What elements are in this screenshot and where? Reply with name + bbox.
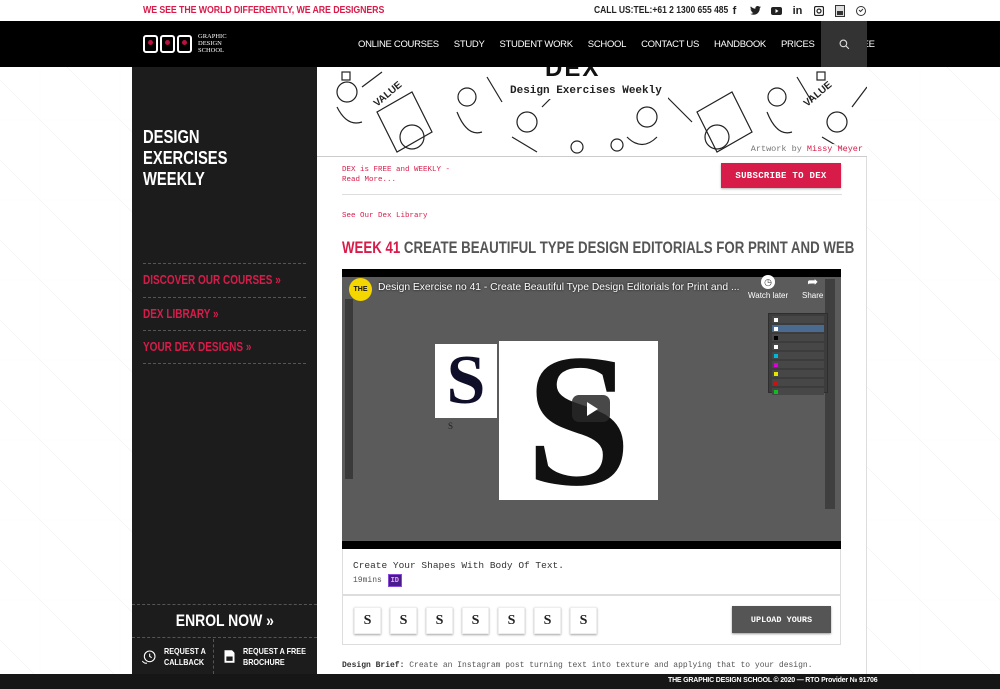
upload-yours-button[interactable]: UPLOAD YOURS — [732, 606, 831, 633]
twitter-icon[interactable] — [745, 2, 766, 19]
main-navbar: GRAPHIC DESIGN SCHOOL ONLINE COURSES STU… — [0, 21, 1000, 67]
logo-text: GRAPHIC DESIGN SCHOOL — [198, 33, 227, 54]
upload-thumbnail[interactable]: S — [462, 607, 489, 634]
svg-text:VALUE: VALUE — [372, 79, 405, 109]
enrol-now-button[interactable]: ENROL NOW » — [132, 604, 317, 638]
request-callback-button[interactable]: REQUEST A CALLBACK — [132, 639, 213, 674]
chat-icon[interactable] — [850, 2, 871, 19]
dex-logo: DEX — [545, 67, 601, 82]
nav-item-prices[interactable]: PRICES — [781, 39, 815, 50]
artwork-thumbnail: S — [435, 344, 497, 418]
linkedin-icon[interactable]: in — [787, 2, 808, 19]
top-bar: WE SEE THE WORLD DIFFERENTLY, WE ARE DES… — [0, 0, 1000, 21]
nav-item-student-work[interactable]: STUDENT WORK — [500, 39, 574, 50]
design-brief: Design Brief: Create an Instagram post t… — [342, 661, 813, 670]
phone-icon — [141, 649, 156, 664]
dex-banner: VALUE VALUE DEX Design Exercises Weekly … — [317, 67, 867, 157]
video-player[interactable]: THE Design Exercise no 41 - Create Beaut… — [342, 269, 841, 549]
banner-subtitle: Design Exercises Weekly — [504, 83, 668, 99]
nav-item-online-courses[interactable]: ONLINE COURSES — [358, 39, 439, 50]
upload-thumbnail[interactable]: S — [570, 607, 597, 634]
indesign-icon: ID — [387, 574, 402, 587]
upload-thumbnails: S S S S S S S — [354, 607, 597, 634]
nav-item-study[interactable]: STUDY — [454, 39, 485, 50]
chevrons-icon: » — [213, 306, 219, 321]
logo-mark — [143, 34, 192, 53]
week-label: WEEK 41 — [342, 238, 401, 257]
upload-thumbnail[interactable]: S — [354, 607, 381, 634]
video-info: Create Your Shapes With Body Of Text. 19… — [342, 549, 841, 595]
layers-panel — [768, 313, 828, 395]
sidebar-title: DESIGN EXERCISES WEEKLY — [143, 127, 228, 189]
nav-item-handbook[interactable]: HANDBOOK — [714, 39, 766, 50]
sidebar-link-discover-courses[interactable]: DISCOVER OUR COURSES » — [143, 263, 306, 297]
youtube-icon[interactable] — [766, 2, 787, 19]
sidebar-link-your-dex-designs[interactable]: YOUR DEX DESIGNS » — [143, 330, 306, 364]
nav-item-school[interactable]: SCHOOL — [588, 39, 627, 50]
brief-label: Design Brief: — [342, 661, 405, 670]
tagline: WE SEE THE WORLD DIFFERENTLY, WE ARE DES… — [143, 5, 385, 16]
main-content: VALUE VALUE DEX Design Exercises Weekly … — [317, 67, 867, 674]
footer: THE GRAPHIC DESIGN SCHOOL © 2020 — RTO P… — [0, 674, 1000, 689]
share-button[interactable]: ➦ Share — [802, 274, 823, 300]
exercise-title: WEEK 41 CREATE BEAUTIFUL TYPE DESIGN EDI… — [342, 238, 855, 257]
upload-thumbnail[interactable]: S — [534, 607, 561, 634]
upload-thumbnail[interactable]: S — [498, 607, 525, 634]
channel-logo[interactable]: THE — [349, 278, 372, 301]
search-button[interactable] — [821, 21, 867, 67]
play-button[interactable] — [572, 395, 610, 422]
upload-thumbnail[interactable]: S — [390, 607, 417, 634]
subscribe-button[interactable]: SUBSCRIBE TO DEX — [721, 163, 841, 188]
search-icon — [839, 39, 849, 49]
sidebar-link-dex-library[interactable]: DEX LIBRARY » — [143, 296, 306, 331]
nav-menu: ONLINE COURSES STUDY STUDENT WORK SCHOOL… — [358, 21, 890, 67]
instagram-icon[interactable] — [808, 2, 829, 19]
facebook-icon[interactable]: f — [724, 2, 745, 19]
video-description: Create Your Shapes With Body Of Text. — [353, 560, 564, 571]
artwork-label: S — [448, 421, 454, 431]
clock-icon: ◷ — [761, 275, 776, 289]
request-row: REQUEST A CALLBACK REQUEST A FREE BROCHU… — [132, 639, 317, 674]
chevrons-icon: » — [245, 339, 252, 354]
student-uploads: S S S S S S S UPLOAD YOURS — [342, 595, 841, 645]
social-links: f in — [724, 2, 871, 19]
share-icon: ➦ — [807, 274, 819, 289]
video-duration: 19mins — [353, 576, 382, 585]
chevrons-icon: » — [265, 611, 274, 630]
footer-copyright: THE GRAPHIC DESIGN SCHOOL © 2020 — RTO P… — [668, 677, 878, 684]
chevrons-icon: » — [275, 273, 281, 288]
watch-later-button[interactable]: ◷ Watch later — [748, 275, 788, 300]
phone-number[interactable]: CALL US:TEL:+61 2 1300 655 485 — [594, 5, 728, 16]
divider — [342, 194, 842, 195]
app-toolbar — [345, 299, 353, 479]
brochure-icon — [224, 650, 235, 663]
brochure-icon[interactable] — [829, 2, 850, 19]
site-logo[interactable]: GRAPHIC DESIGN SCHOOL — [143, 33, 227, 54]
dex-free-info: DEX is FREE and WEEKLY - Read More... — [342, 166, 451, 185]
upload-thumbnail[interactable]: S — [426, 607, 453, 634]
artist-link[interactable]: Missy Meyer — [807, 144, 863, 154]
video-title[interactable]: Design Exercise no 41 - Create Beautiful… — [378, 282, 740, 293]
dex-library-link[interactable]: See Our Dex Library — [342, 212, 428, 220]
read-more-link[interactable]: Read More... — [342, 175, 450, 185]
sidebar-links: DISCOVER OUR COURSES » DEX LIBRARY » YOU… — [143, 263, 306, 364]
brief-text: Create an Instagram post turning text in… — [409, 661, 813, 670]
request-brochure-button[interactable]: REQUEST A FREE BROCHURE — [213, 639, 317, 674]
nav-item-contact-us[interactable]: CONTACT US — [641, 39, 699, 50]
sidebar: DESIGN EXERCISES WEEKLY DISCOVER OUR COU… — [132, 67, 317, 674]
artwork-credit: Artwork by Missy Meyer — [748, 144, 865, 154]
